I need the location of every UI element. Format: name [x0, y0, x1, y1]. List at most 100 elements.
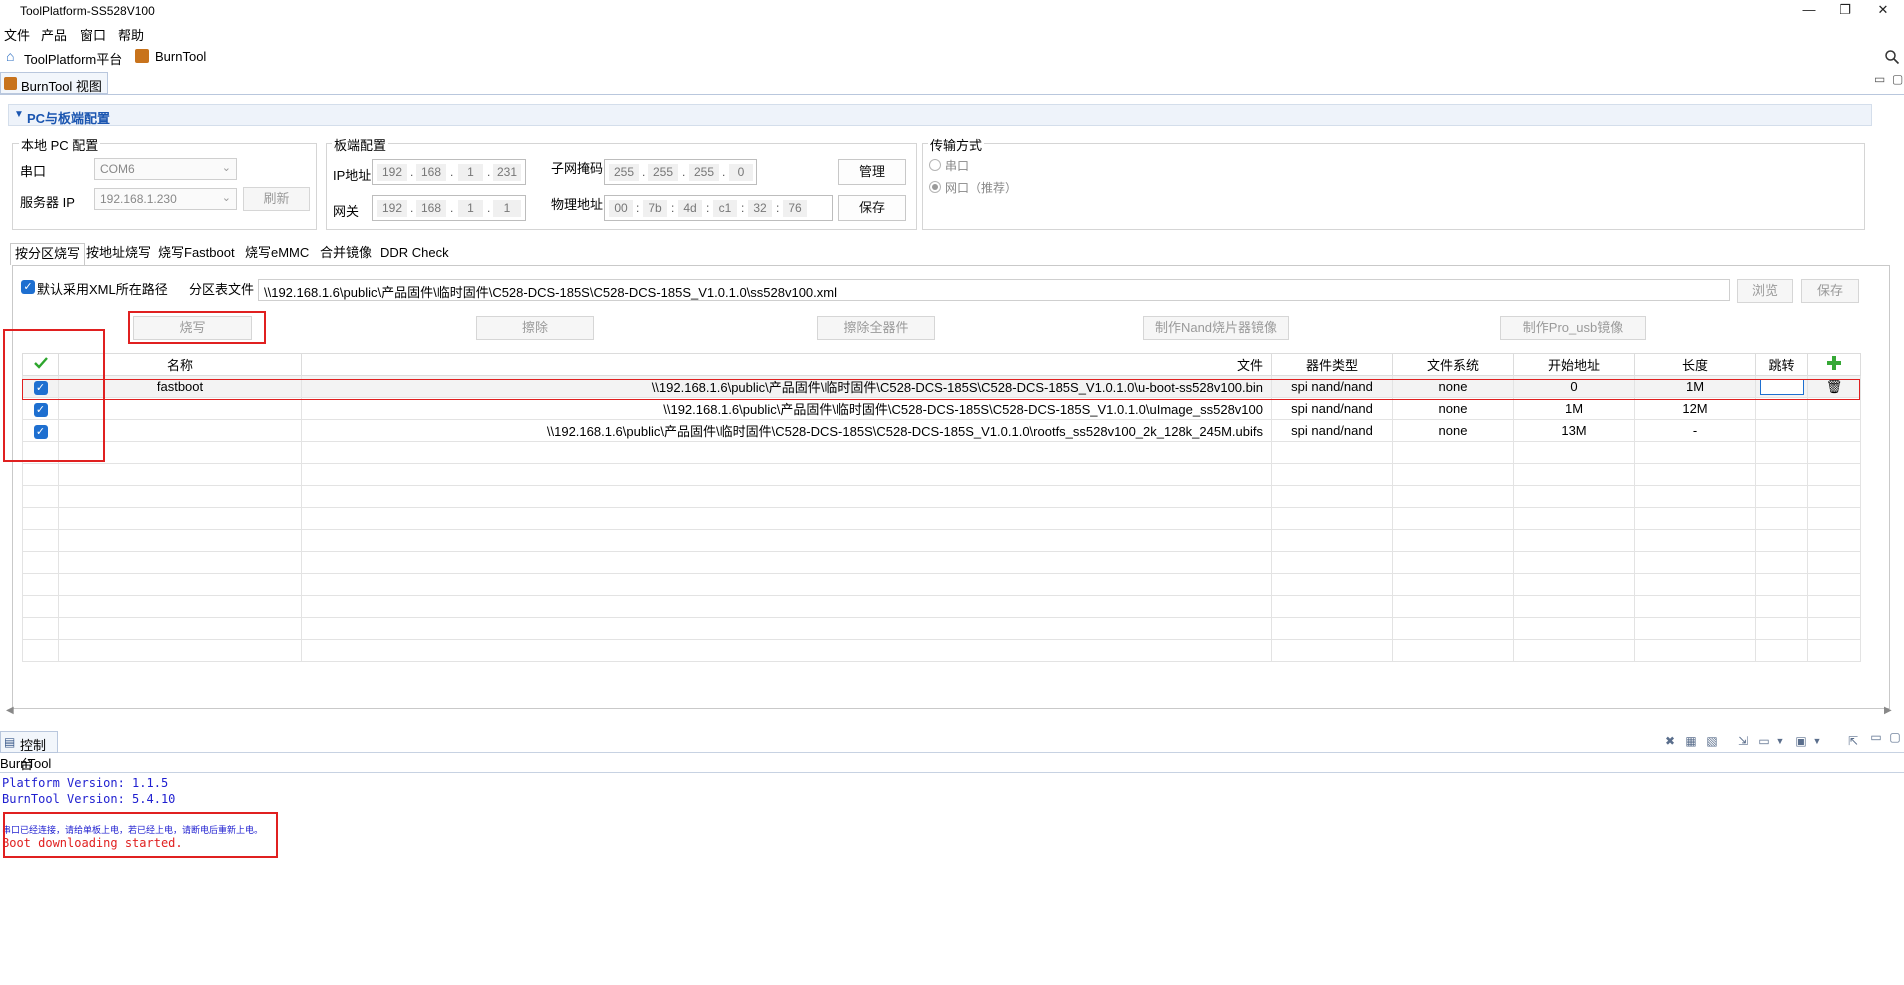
erase-button[interactable]: 擦除: [476, 316, 594, 340]
horizontal-scrollbar[interactable]: ◀ ▶: [0, 705, 1904, 719]
mac-seg-2: 7b: [643, 200, 667, 217]
burn-button[interactable]: 烧写: [133, 316, 252, 340]
display-console-icon[interactable]: ▭: [1756, 733, 1772, 749]
make-nand-image-button[interactable]: 制作Nand烧片器镜像: [1143, 316, 1289, 340]
row-checkbox[interactable]: ✓: [33, 380, 48, 395]
clear-console-icon[interactable]: ✖: [1662, 733, 1678, 749]
gateway-label: 网关: [333, 204, 360, 219]
ip-dot: .: [487, 201, 491, 215]
chevron-down-icon[interactable]: ▼: [1809, 733, 1825, 749]
row-length: -: [1634, 419, 1756, 442]
console-maximize-icon[interactable]: ▢: [1887, 729, 1903, 745]
view-maximize-icon[interactable]: ▢: [1892, 72, 1903, 86]
partition-save-button[interactable]: 保存: [1801, 279, 1859, 303]
mac-address-field[interactable]: 00 : 7b : 4d : c1 : 32 : 76: [604, 195, 833, 221]
col-name: 名称: [58, 353, 302, 376]
row-checkbox[interactable]: ✓: [33, 402, 48, 417]
ip-dot: .: [487, 165, 491, 179]
tab-merge-image[interactable]: 合并镜像: [316, 243, 376, 265]
menu-file[interactable]: 文件: [4, 25, 30, 44]
view-minimize-icon[interactable]: ▭: [1874, 72, 1885, 86]
burn-mode-tabs: 按分区烧写 按地址烧写 烧写Fastboot 烧写eMMC 合并镜像 DDR C…: [8, 243, 1888, 265]
row-jump[interactable]: [1755, 375, 1808, 398]
console-view-menu-icon[interactable]: ⇱: [1845, 733, 1861, 749]
row-file: \\192.168.1.6\public\产品固件\临时固件\C528-DCS-…: [301, 419, 1272, 442]
menu-product[interactable]: 产品: [41, 25, 67, 44]
mask-seg-2: 255: [648, 164, 678, 181]
console-source: BurnTool: [0, 756, 52, 771]
collapse-icon[interactable]: ▼: [14, 109, 24, 120]
scroll-lock-icon[interactable]: ▦: [1683, 733, 1699, 749]
chevron-down-icon[interactable]: ▼: [1772, 733, 1788, 749]
word-wrap-icon[interactable]: ▧: [1704, 733, 1720, 749]
mask-seg-4: 0: [729, 164, 753, 181]
row-start: 13M: [1513, 419, 1635, 442]
server-ip-combo[interactable]: 192.168.1.230 ⌄: [94, 188, 237, 210]
console-output: [0, 772, 1904, 985]
row-fs: none: [1392, 375, 1514, 398]
open-console-icon[interactable]: ▣: [1793, 733, 1809, 749]
subnet-mask-field[interactable]: 255 . 255 . 255 . 0: [604, 159, 757, 185]
empty-row: [22, 595, 1861, 618]
partition-table: 名称 文件 器件类型 文件系统 开始地址 长度 跳转 ✓ fastboot \\…: [22, 353, 1861, 662]
menu-help[interactable]: 帮助: [118, 25, 144, 44]
serial-combo[interactable]: COM6 ⌄: [94, 158, 237, 180]
serial-radio[interactable]: [929, 159, 941, 171]
window-title: ToolPlatform-SS528V100: [20, 4, 155, 18]
ip-dot: .: [682, 165, 686, 179]
row-jump[interactable]: [1755, 397, 1808, 420]
chevron-down-icon: ⌄: [221, 162, 231, 174]
ip-dot: .: [410, 165, 414, 179]
pc-board-section-header[interactable]: ▼ PC与板端配置: [8, 104, 1872, 126]
scroll-right-icon[interactable]: ▶: [1884, 705, 1892, 716]
col-jump: 跳转: [1755, 353, 1808, 376]
empty-row: [22, 551, 1861, 574]
console-line: BurnTool Version: 5.4.10: [2, 792, 176, 806]
col-filesystem: 文件系统: [1392, 353, 1514, 376]
scroll-left-icon[interactable]: ◀: [6, 705, 14, 716]
row-jump[interactable]: [1755, 419, 1808, 442]
make-pro-usb-image-button[interactable]: 制作Pro_usb镜像: [1500, 316, 1646, 340]
toolplatform-button[interactable]: ToolPlatform平台: [24, 49, 122, 68]
tab-ddr-check[interactable]: DDR Check: [376, 243, 453, 265]
search-icon[interactable]: [1884, 49, 1900, 65]
add-row-header[interactable]: [1807, 353, 1861, 376]
col-length: 长度: [1634, 353, 1756, 376]
ip-address-field[interactable]: 192 . 168 . 1 . 231: [372, 159, 526, 185]
row-checkbox[interactable]: ✓: [33, 424, 48, 439]
tab-emmc-burn[interactable]: 烧写eMMC: [241, 243, 313, 265]
browse-button[interactable]: 浏览: [1737, 279, 1793, 303]
row-start: 0: [1513, 375, 1635, 398]
tab-partition-burn[interactable]: 按分区烧写: [10, 243, 86, 265]
table-row[interactable]: ✓ fastboot \\192.168.1.6\public\产品固件\临时固…: [22, 375, 1861, 398]
pin-console-icon[interactable]: ⇲: [1735, 733, 1751, 749]
view-tab-burntool[interactable]: BurnTool 视图: [0, 72, 108, 94]
delete-row-cell[interactable]: 🗑: [1807, 375, 1861, 398]
burntool-view-icon: [4, 77, 17, 90]
erase-all-button[interactable]: 擦除全器件: [817, 316, 935, 340]
close-button[interactable]: ✕: [1860, 0, 1904, 22]
console-minimize-icon[interactable]: ▭: [1868, 729, 1884, 745]
select-all-header[interactable]: [22, 353, 59, 376]
menu-window[interactable]: 窗口: [80, 25, 106, 44]
jump-edit-field[interactable]: [1759, 378, 1804, 395]
trash-icon[interactable]: 🗑: [1826, 379, 1843, 394]
row-length: 12M: [1634, 397, 1756, 420]
table-header-row: 名称 文件 器件类型 文件系统 开始地址 长度 跳转: [22, 353, 1861, 376]
use-xml-path-checkbox[interactable]: ✓: [21, 280, 35, 294]
row-file: \\192.168.1.6\public\产品固件\临时固件\C528-DCS-…: [301, 397, 1272, 420]
use-xml-path-label: 默认采用XML所在路径: [37, 282, 168, 297]
console-tab[interactable]: ▤ 控制台: [0, 731, 58, 772]
table-row[interactable]: ✓ \\192.168.1.6\public\产品固件\临时固件\C528-DC…: [22, 419, 1861, 442]
tab-address-burn[interactable]: 按地址烧写: [82, 243, 155, 265]
manage-button[interactable]: 管理: [838, 159, 906, 185]
partition-table-path[interactable]: \\192.168.1.6\public\产品固件\临时固件\C528-DCS-…: [258, 279, 1730, 301]
gateway-field[interactable]: 192 . 168 . 1 . 1: [372, 195, 526, 221]
burntool-button[interactable]: BurnTool: [155, 49, 206, 64]
refresh-button[interactable]: 刷新: [243, 187, 310, 211]
table-row[interactable]: ✓ \\192.168.1.6\public\产品固件\临时固件\C528-DC…: [22, 397, 1861, 420]
board-save-button[interactable]: 保存: [838, 195, 906, 221]
network-radio[interactable]: [929, 181, 941, 193]
tab-fastboot-burn[interactable]: 烧写Fastboot: [154, 243, 239, 265]
ip-seg-3: 1: [458, 164, 483, 181]
